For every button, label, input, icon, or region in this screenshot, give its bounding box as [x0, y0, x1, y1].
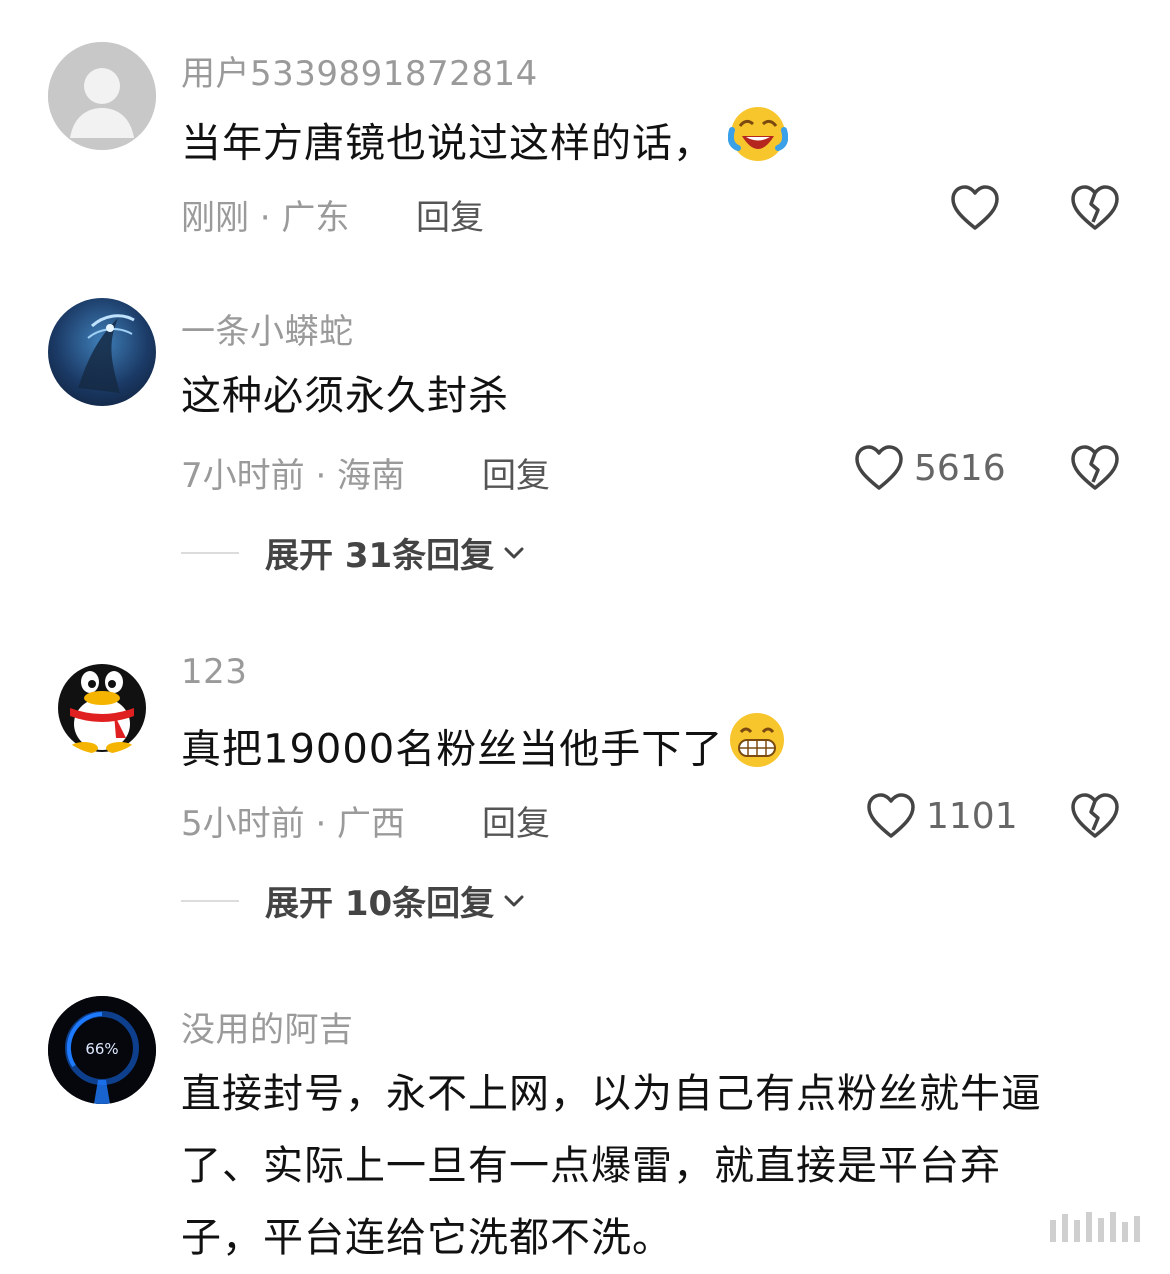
comment-text: 这种必须永久封杀 — [181, 373, 509, 419]
avatar-default[interactable] — [48, 42, 156, 150]
comment-username[interactable]: 一条小蟒蛇 — [181, 304, 354, 353]
dislike-button[interactable] — [1070, 444, 1120, 494]
expand-replies-button[interactable]: 展开 31条回复 — [181, 528, 526, 577]
expand-replies-button[interactable]: 展开 10条回复 — [181, 876, 526, 925]
broken-heart-icon — [1071, 445, 1119, 490]
broken-heart-icon — [1071, 793, 1119, 838]
divider-line — [181, 899, 239, 902]
comment-time-location: 5小时前 · 广西 — [181, 804, 406, 844]
watermark-bars — [1050, 1212, 1140, 1242]
comment-username[interactable]: 123 — [181, 652, 247, 692]
expand-replies-label: 展开 31条回复 — [265, 536, 495, 576]
comment-text-content: 真把19000名粉丝当他手下了 — [181, 726, 724, 773]
chevron-down-icon — [504, 547, 524, 558]
heart-icon — [867, 793, 915, 838]
comment-username[interactable]: 用户5339891872814 — [181, 46, 538, 95]
comment-time-location: 刚刚 · 广东 — [181, 198, 350, 238]
like-button[interactable] — [950, 184, 1000, 232]
broken-heart-icon — [1071, 185, 1119, 230]
comment-text: 真把19000名粉丝当他手下了 — [181, 710, 787, 793]
like-button[interactable]: 1101 — [866, 792, 1018, 840]
heart-icon — [951, 185, 999, 230]
dislike-button[interactable] — [1070, 184, 1120, 234]
grinning-face-icon — [727, 710, 787, 793]
comment-text: 当年方唐镜也说过这样的话， — [181, 104, 789, 187]
heart-icon — [855, 445, 903, 490]
dislike-button[interactable] — [1070, 792, 1120, 842]
default-user-icon — [48, 42, 156, 150]
like-count: 1101 — [926, 795, 1018, 837]
comment-text-line-2: 了、实际上一旦有一点爆雷，就直接是平台弃 — [181, 1143, 1001, 1189]
comment-time-location: 7小时前 · 海南 — [181, 456, 406, 496]
reply-button[interactable]: 回复 — [482, 796, 550, 845]
dragon-avatar-icon — [78, 314, 135, 393]
comment-username[interactable]: 没用的阿吉 — [181, 1002, 354, 1051]
comment-text-content: 当年方唐镜也说过这样的话， — [181, 120, 714, 167]
penguin-icon — [58, 664, 146, 754]
expand-replies-label: 展开 10条回复 — [265, 884, 495, 924]
laughing-face-icon — [727, 104, 789, 187]
avatar-charging[interactable]: 66% — [48, 996, 156, 1104]
chevron-down-icon — [504, 895, 524, 906]
comment-text-line-3: 子，平台连给它洗都不洗。 — [181, 1215, 673, 1261]
battery-percent-text: 66% — [85, 1040, 118, 1058]
like-button[interactable]: 5616 — [854, 444, 1006, 492]
avatar-dragon[interactable] — [48, 298, 156, 406]
reply-button[interactable]: 回复 — [416, 190, 484, 239]
charging-ring-icon: 66% — [48, 996, 156, 1104]
reply-button[interactable]: 回复 — [482, 448, 550, 497]
like-count: 5616 — [914, 447, 1006, 489]
avatar-penguin[interactable] — [48, 646, 156, 754]
comment-text-line-1: 直接封号，永不上网，以为自己有点粉丝就牛逼 — [181, 1071, 1042, 1117]
divider-line — [181, 551, 239, 554]
